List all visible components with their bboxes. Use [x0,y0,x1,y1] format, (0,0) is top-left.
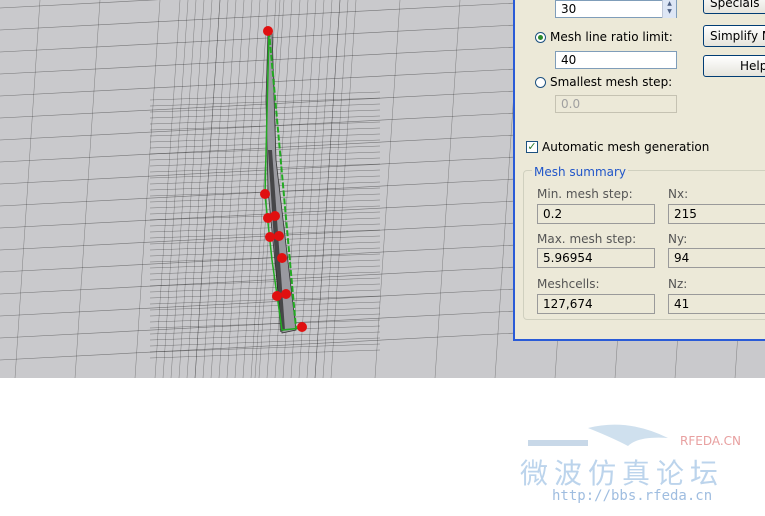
watermark-url: http://bbs.rfeda.cn [552,488,713,504]
mesh-line [149,253,381,263]
smallest-step-label: Smallest mesh step: [550,75,673,89]
mesh-line [149,247,381,257]
simplify-model-button[interactable]: Simplify Mo [703,25,765,47]
mesh-line [149,109,381,119]
lines-per-wavelength-input[interactable]: 30 [555,0,677,18]
mesh-line [242,0,269,378]
bird-logo-icon [588,424,668,446]
watermark-title: 微波仿真论坛 [520,457,725,490]
mesh-line [74,0,101,378]
mesh-line [149,325,381,335]
mesh-line [149,127,381,137]
mesh-line [149,259,381,269]
marker-dot [297,322,307,332]
mesh-line [149,235,381,245]
specials-button[interactable]: Specials [703,0,765,14]
watermark-squares [528,440,588,446]
mesh-line [149,265,381,275]
spin-down-icon[interactable]: ▼ [663,8,676,16]
mesh-line [14,0,41,378]
mesh-line [202,0,229,378]
nz-value: 41 [668,294,765,314]
mesh-line [149,103,381,113]
mesh-line [134,0,161,378]
ratio-limit-label: Mesh line ratio limit: [550,30,673,44]
help-button[interactable]: Help [703,55,765,77]
mesh-line [149,115,381,125]
smallest-step-input[interactable]: 0.0 [555,95,677,113]
mesh-line [226,0,253,378]
mesh-line [149,343,381,353]
mesh-line [149,349,381,359]
max-step-label: Max. mesh step: [537,232,637,246]
mesh-line [210,0,237,378]
min-step-label: Min. mesh step: [537,187,633,201]
mesh-line [149,241,381,251]
mesh-line [149,307,381,317]
spin-up-icon[interactable]: ▲ [663,0,676,8]
nx-label: Nx: [668,187,689,201]
mesh-line [186,0,213,378]
marker-dot [270,211,280,221]
auto-mesh-label: Automatic mesh generation [542,140,710,154]
marker-dot [263,26,273,36]
smallest-step-radio[interactable] [535,77,546,88]
ny-label: Ny: [668,232,688,246]
nx-value: 215 [668,204,765,224]
watermark-brand: RFEDA.CN [680,434,742,448]
ratio-limit-input[interactable]: 40 [555,51,677,69]
mesh-line [149,91,381,101]
mesh-line [374,0,401,378]
lines-per-wavelength-spinner[interactable]: ▲ ▼ [662,0,676,18]
ratio-limit-radio[interactable] [535,32,546,43]
marker-dot [260,189,270,199]
mesh-line [149,121,381,131]
meshcells-label: Meshcells: [537,277,600,291]
auto-mesh-checkbox[interactable]: ✓ [526,141,538,153]
max-step-value: 5.96954 [537,248,655,268]
nz-label: Nz: [668,277,688,291]
mesh-line [194,0,221,378]
mesh-line [149,319,381,329]
mesh-line [149,97,381,107]
mesh-line [149,313,381,323]
mesh-line [434,0,461,378]
mesh-summary-title: Mesh summary [532,165,629,179]
mesh-line [149,301,381,311]
marker-dot [277,253,287,263]
marker-dot [272,291,282,301]
mesh-line [149,145,381,155]
mesh-line [218,0,245,378]
min-step-value: 0.2 [537,204,655,224]
ny-value: 94 [668,248,765,268]
forum-watermark: RFEDA.CN 微波仿真论坛 http://bbs.rfeda.cn [508,418,765,512]
mesh-line [149,229,381,239]
marker-dot [281,289,291,299]
model-shape [264,29,303,334]
mesh-line [149,133,381,143]
marker-dot [274,231,284,241]
mesh-line [234,0,261,378]
marker-dot [265,232,275,242]
mesh-line [149,331,381,341]
meshcells-value: 127,674 [537,294,655,314]
